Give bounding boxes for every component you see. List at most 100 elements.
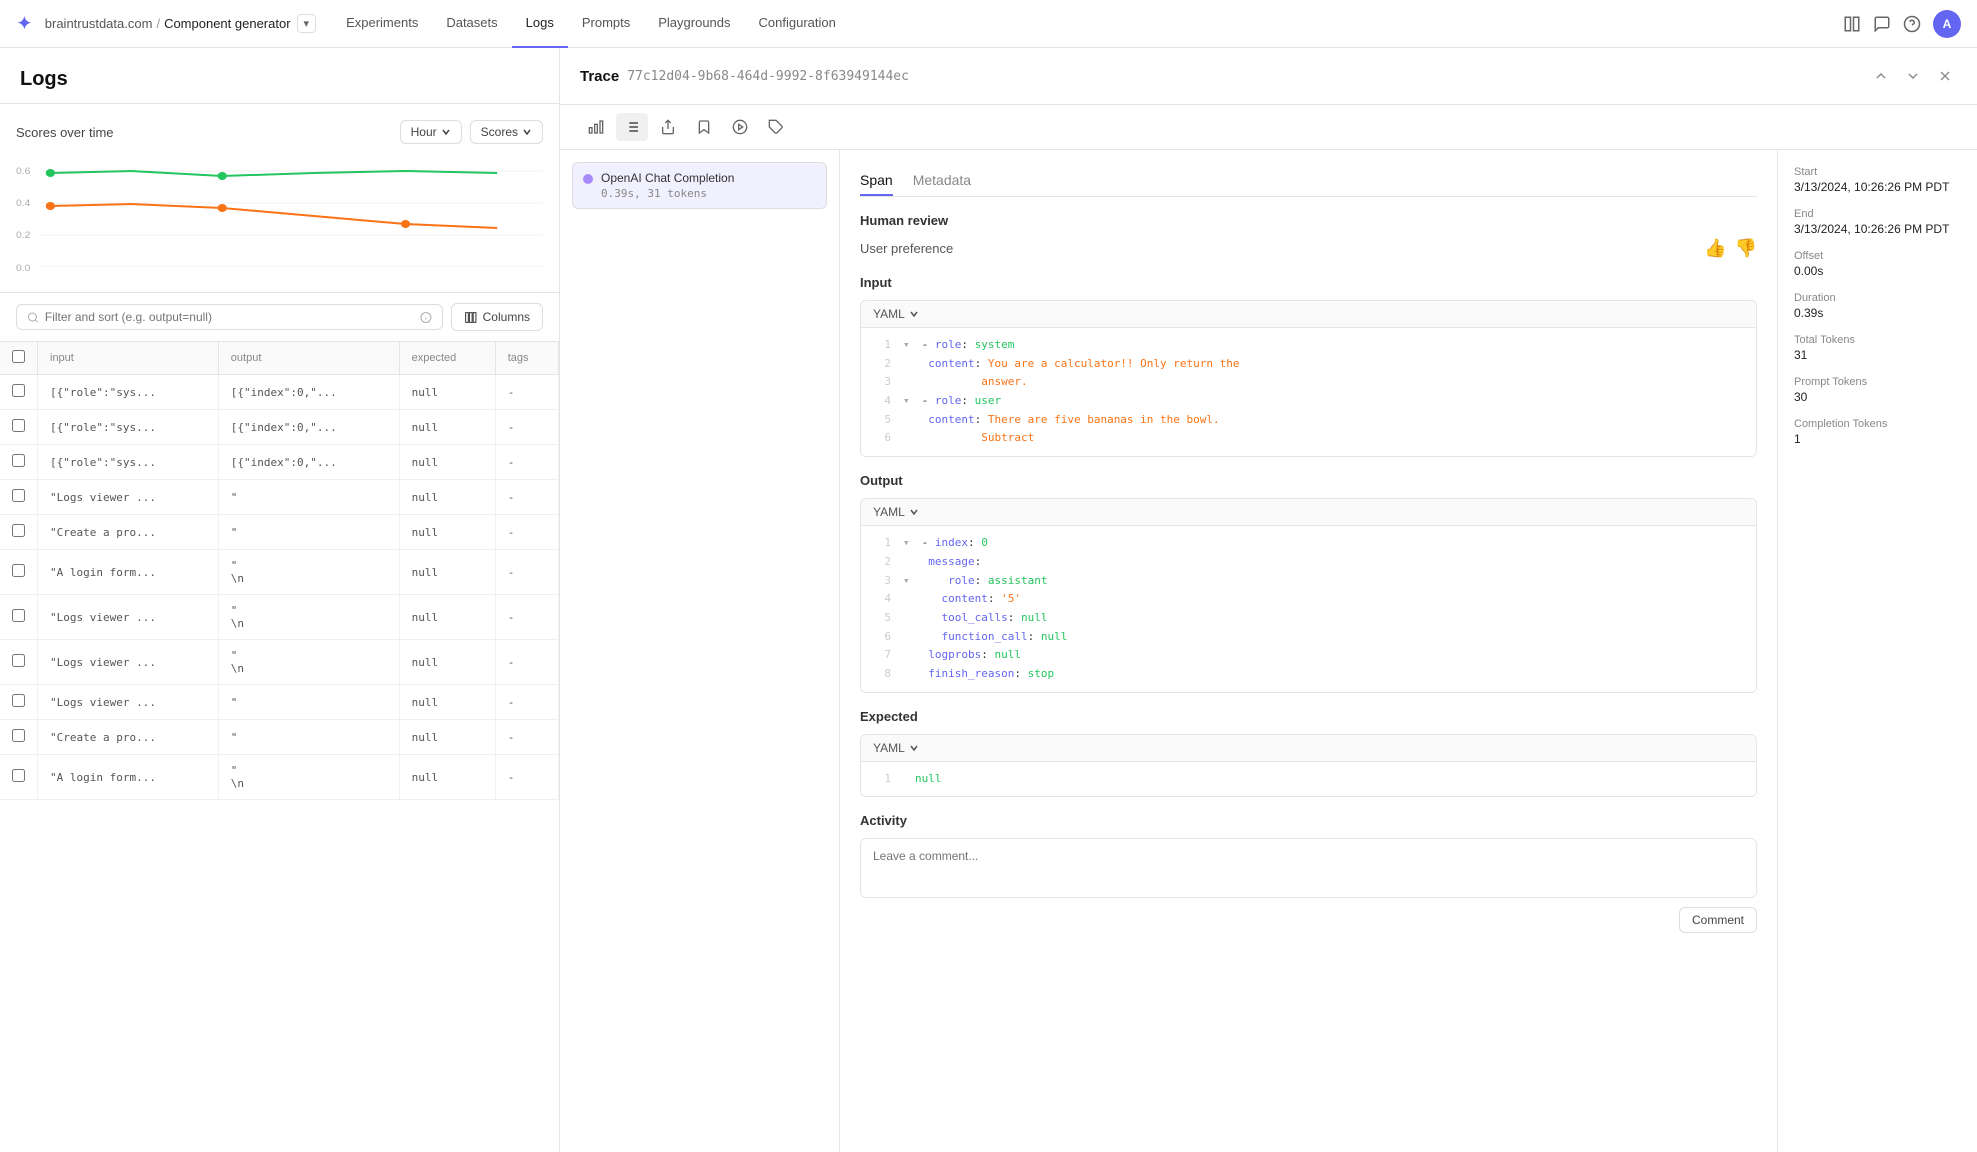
row-checkbox-cell[interactable] [0,480,38,515]
toolbar-list-button[interactable] [616,113,648,141]
row-checkbox-cell[interactable] [0,755,38,800]
nav-link-experiments[interactable]: Experiments [332,0,432,48]
row-checkbox[interactable] [12,654,25,667]
row-checkbox[interactable] [12,729,25,742]
output-yaml-content: 1▾- index: 0 2 message: 3▾ role: assista… [861,526,1756,692]
search-input[interactable] [45,310,414,324]
search-input-wrap[interactable] [16,304,443,330]
row-checkbox-cell[interactable] [0,410,38,445]
row-checkbox[interactable] [12,454,25,467]
nav-link-playgrounds[interactable]: Playgrounds [644,0,744,48]
table-row[interactable]: "Create a pro... " null - [0,515,559,550]
span-info: OpenAI Chat Completion 0.39s, 31 tokens [601,171,734,200]
nav-help-icon-button[interactable] [1903,15,1921,33]
row-checkbox[interactable] [12,419,25,432]
columns-button[interactable]: Columns [451,303,543,331]
meta-offset-key: Offset [1794,250,1961,262]
row-checkbox-cell[interactable] [0,550,38,595]
table-row[interactable]: [{"role":"sys... [{"index":0,"... null - [0,410,559,445]
table-row[interactable]: [{"role":"sys... [{"index":0,"... null - [0,375,559,410]
thumbs-up-button[interactable]: 👍 [1704,238,1726,259]
activity-section: Activity Comment [860,813,1757,933]
row-checkbox[interactable] [12,694,25,707]
row-checkbox[interactable] [12,384,25,397]
toolbar-barchart-button[interactable] [580,113,612,141]
table-row[interactable]: "Logs viewer ... " null - [0,685,559,720]
table-row[interactable]: "Create a pro... " null - [0,720,559,755]
expected-yaml-content: 1 null [861,762,1756,797]
row-checkbox-cell[interactable] [0,515,38,550]
row-expected: null [399,445,495,480]
table-header-checkbox [0,342,38,375]
yaml-label-input: YAML [873,307,919,321]
row-tags: - [495,755,558,800]
row-checkbox-cell[interactable] [0,640,38,685]
input-yaml-content: 1▾- role: system 2 content: You are a ca… [861,328,1756,456]
table-row[interactable]: "Logs viewer ... "\n null - [0,640,559,685]
activity-label: Activity [860,813,1757,828]
row-checkbox-cell[interactable] [0,685,38,720]
row-checkbox-cell[interactable] [0,595,38,640]
table-row[interactable]: [{"role":"sys... [{"index":0,"... null - [0,445,559,480]
row-input: "Logs viewer ... [38,685,219,720]
toolbar-play-button[interactable] [724,113,756,141]
row-checkbox[interactable] [12,564,25,577]
meta-prompt-tokens-key: Prompt Tokens [1794,376,1961,388]
row-output: "\n [218,595,399,640]
row-output: " [218,515,399,550]
trace-next-button[interactable] [1901,64,1925,88]
toolbar-tag-button[interactable] [760,113,792,141]
time-filter-button[interactable]: Hour [400,120,462,144]
row-checkbox[interactable] [12,609,25,622]
row-input: [{"role":"sys... [38,445,219,480]
table-row[interactable]: "Logs viewer ... " null - [0,480,559,515]
trace-prev-button[interactable] [1869,64,1893,88]
row-checkbox[interactable] [12,769,25,782]
brand-base[interactable]: braintrustdata.com [45,16,153,31]
tab-span[interactable]: Span [860,166,893,196]
row-tags: - [495,685,558,720]
brand-sep: / [156,16,160,31]
comment-textarea[interactable] [860,838,1757,898]
input-yaml-block: YAML 1▾- role: system 2 content: You are… [860,300,1757,457]
nav-book-icon-button[interactable] [1843,15,1861,33]
human-review-label: Human review [860,213,1757,228]
row-output: " [218,480,399,515]
nav-right: A [1843,10,1961,38]
chart-header: Scores over time Hour Scores [16,120,543,144]
trace-close-button[interactable] [1933,64,1957,88]
nav-link-configuration[interactable]: Configuration [745,0,850,48]
avatar[interactable]: A [1933,10,1961,38]
span-detail: Span Metadata Human review User preferen… [840,150,1777,1152]
info-icon [420,311,432,324]
table-row[interactable]: "Logs viewer ... "\n null - [0,595,559,640]
row-checkbox-cell[interactable] [0,445,38,480]
toolbar-share-button[interactable] [652,113,684,141]
span-item[interactable]: OpenAI Chat Completion 0.39s, 31 tokens [572,162,827,209]
row-checkbox-cell[interactable] [0,375,38,410]
columns-icon [464,311,477,324]
toolbar-bookmark-button[interactable] [688,113,720,141]
table-row[interactable]: "A login form... "\n null - [0,550,559,595]
row-checkbox[interactable] [12,524,25,537]
meta-prompt-tokens-val: 30 [1794,390,1961,404]
tab-metadata[interactable]: Metadata [913,166,971,196]
row-tags: - [495,410,558,445]
row-checkbox[interactable] [12,489,25,502]
score-filter-button[interactable]: Scores [470,120,543,144]
nav-link-datasets[interactable]: Datasets [432,0,511,48]
row-output: " [218,685,399,720]
review-emojis: 👍 👎 [1704,238,1757,259]
brand-dropdown-button[interactable]: ▾ [297,14,317,33]
meta-total-tokens-key: Total Tokens [1794,334,1961,346]
thumbs-down-button[interactable]: 👎 [1735,238,1757,259]
select-all-checkbox[interactable] [12,350,25,363]
table-row[interactable]: "A login form... "\n null - [0,755,559,800]
nav-chat-icon-button[interactable] [1873,15,1891,33]
brand-project[interactable]: Component generator [164,16,290,31]
row-checkbox-cell[interactable] [0,720,38,755]
nav-link-logs[interactable]: Logs [512,0,568,48]
nav-link-prompts[interactable]: Prompts [568,0,644,48]
comment-button[interactable]: Comment [1679,907,1757,933]
logs-table: input output expected tags [{"role":"sys… [0,342,559,800]
